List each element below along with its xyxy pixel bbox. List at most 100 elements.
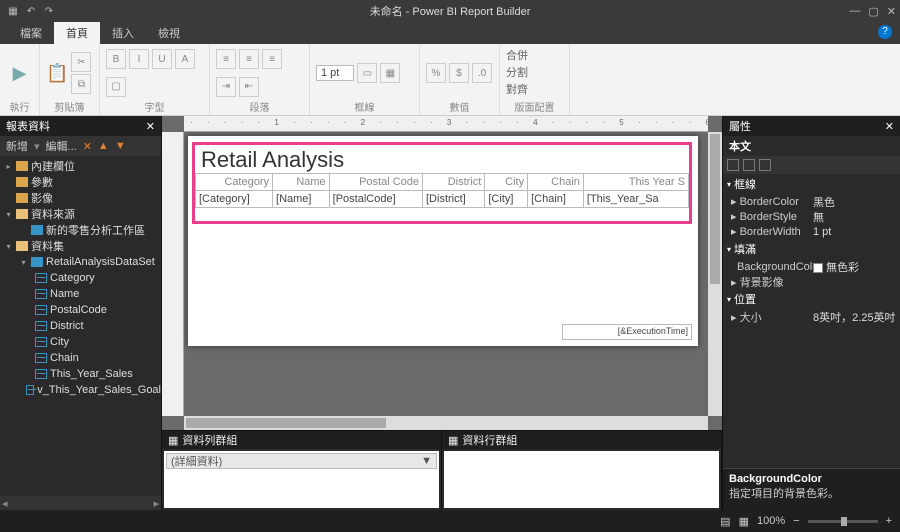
report-title[interactable]: Retail Analysis xyxy=(195,145,689,173)
tree-sources[interactable]: 資料來源 xyxy=(31,206,75,222)
number-format-icon[interactable]: % xyxy=(426,63,446,83)
up-icon[interactable]: ▲ xyxy=(98,140,109,152)
cat-fill[interactable]: 填滿 xyxy=(734,241,756,257)
alpha-icon[interactable] xyxy=(743,159,755,171)
vscrollbar[interactable] xyxy=(708,132,722,416)
outdent-icon[interactable]: ⇤ xyxy=(239,77,259,97)
tree-params[interactable]: 參數 xyxy=(31,174,53,190)
split-button[interactable]: 分割 xyxy=(506,64,528,80)
close-icon[interactable]: ✕ xyxy=(887,5,896,18)
chevron-down-icon[interactable]: ▼ xyxy=(421,455,432,467)
tree-f3[interactable]: PostalCode xyxy=(50,304,107,316)
left-panel-hscroll[interactable]: ◂▸ xyxy=(0,496,161,510)
report-body[interactable]: Retail Analysis Category Name Postal Cod… xyxy=(188,136,698,346)
tree-ds1[interactable]: RetailAnalysisDataSet xyxy=(46,256,155,268)
prop-bordercolor[interactable]: 黑色 xyxy=(813,194,900,210)
zoom-out-icon[interactable]: − xyxy=(793,515,799,527)
row-groups-body[interactable]: (詳細資料)▼ xyxy=(164,451,439,508)
tree-f5[interactable]: City xyxy=(50,336,69,348)
tree-images[interactable]: 影像 xyxy=(31,190,53,206)
tree-f4[interactable]: District xyxy=(50,320,84,332)
view-mode-icon[interactable]: ▤ xyxy=(720,515,730,528)
underline-icon[interactable]: U xyxy=(152,49,172,69)
tab-file[interactable]: 檔案 xyxy=(8,22,54,44)
panel-close-icon[interactable]: ✕ xyxy=(146,120,155,133)
tree-f1[interactable]: Category xyxy=(50,272,95,284)
italic-icon[interactable]: I xyxy=(129,49,149,69)
edit-button[interactable]: 編輯... xyxy=(46,138,77,154)
prop-borderwidth[interactable]: 1 pt xyxy=(813,226,900,238)
categorized-icon[interactable] xyxy=(727,159,739,171)
border-weight-input[interactable]: 1 pt xyxy=(316,65,354,81)
maximize-icon[interactable]: ▢ xyxy=(868,5,878,18)
align-right-icon[interactable]: ≡ xyxy=(262,49,282,69)
currency-icon[interactable]: $ xyxy=(449,63,469,83)
cell-0[interactable]: [Category] xyxy=(196,191,273,208)
prop-borderstyle[interactable]: 無 xyxy=(813,209,900,225)
align-left-icon[interactable]: ≡ xyxy=(216,49,236,69)
prop-pages-icon[interactable] xyxy=(759,159,771,171)
decimal-icon[interactable]: .0 xyxy=(472,63,492,83)
run-icon[interactable]: ▶ xyxy=(13,63,27,84)
bold-icon[interactable]: B xyxy=(106,49,126,69)
font-color-icon[interactable]: A xyxy=(175,49,195,69)
align-button[interactable]: 對齊 xyxy=(506,81,528,97)
help-icon[interactable]: ? xyxy=(878,25,892,39)
report-table[interactable]: Category Name Postal Code District City … xyxy=(195,173,689,208)
tree-builtin[interactable]: 內建欄位 xyxy=(31,158,75,174)
execution-time-cell[interactable]: [&ExecutionTime] xyxy=(562,324,692,340)
col-h-4[interactable]: City xyxy=(485,174,528,191)
tab-insert[interactable]: 插入 xyxy=(100,22,146,44)
col-h-5[interactable]: Chain xyxy=(528,174,584,191)
undo-icon[interactable]: ↶ xyxy=(24,4,38,18)
tree-datasets[interactable]: 資料集 xyxy=(31,238,64,254)
col-groups-body[interactable] xyxy=(444,451,719,508)
cell-3[interactable]: [District] xyxy=(423,191,485,208)
zoom-in-icon[interactable]: + xyxy=(886,515,892,527)
delete-icon[interactable]: ✕ xyxy=(83,140,92,153)
prop-size[interactable]: 8英吋，2.25英吋 xyxy=(813,309,900,325)
row-group-details[interactable]: (詳細資料)▼ xyxy=(166,453,437,469)
tree-f7[interactable]: This_Year_Sales xyxy=(50,368,133,380)
col-h-1[interactable]: Name xyxy=(273,174,330,191)
cat-border[interactable]: 框線 xyxy=(734,176,756,192)
merge-button[interactable]: 合併 xyxy=(506,47,528,63)
prop-bgcolor[interactable]: 無色彩 xyxy=(813,259,900,275)
cat-pos[interactable]: 位置 xyxy=(734,291,756,307)
minimize-icon[interactable]: — xyxy=(849,5,860,18)
new-button[interactable]: 新增 xyxy=(6,138,28,154)
tab-home[interactable]: 首頁 xyxy=(54,22,100,44)
tree-f8[interactable]: v_This_Year_Sales_Goal xyxy=(37,384,161,396)
paste-icon[interactable]: 📋 xyxy=(46,63,68,84)
cell-5[interactable]: [Chain] xyxy=(528,191,584,208)
zoom-slider[interactable] xyxy=(808,520,878,523)
cell-4[interactable]: [City] xyxy=(485,191,528,208)
cell-2[interactable]: [PostalCode] xyxy=(329,191,422,208)
tab-view[interactable]: 檢視 xyxy=(146,22,192,44)
selected-object: 本文 xyxy=(723,136,900,156)
tree-f2[interactable]: Name xyxy=(50,288,79,300)
prop-close-icon[interactable]: ✕ xyxy=(885,120,894,133)
view-mode2-icon[interactable]: ▦ xyxy=(739,515,749,528)
fill-color-icon[interactable]: ▢ xyxy=(106,77,126,97)
col-h-3[interactable]: District xyxy=(423,174,485,191)
copy-icon[interactable]: ⧉ xyxy=(71,74,91,94)
cell-6[interactable]: [This_Year_Sa xyxy=(583,191,688,208)
border-color-icon[interactable]: ▦ xyxy=(380,63,400,83)
cut-icon[interactable]: ✂ xyxy=(71,52,91,72)
tree-f6[interactable]: Chain xyxy=(50,352,79,364)
report-data-tree[interactable]: ▸內建欄位 參數 影像 ▾資料來源 新的零售分析工作區 ▾資料集 ▾Retail… xyxy=(0,156,161,496)
tree-src1[interactable]: 新的零售分析工作區 xyxy=(46,222,145,238)
redo-icon[interactable]: ↷ xyxy=(42,4,56,18)
indent-icon[interactable]: ⇥ xyxy=(216,77,236,97)
cell-1[interactable]: [Name] xyxy=(273,191,330,208)
align-center-icon[interactable]: ≡ xyxy=(239,49,259,69)
canvas[interactable]: Retail Analysis Category Name Postal Cod… xyxy=(162,116,722,430)
border-style-icon[interactable]: ▭ xyxy=(357,63,377,83)
hscrollbar[interactable] xyxy=(184,416,708,430)
col-h-6[interactable]: This Year S xyxy=(583,174,688,191)
property-grid[interactable]: ▾框線 ▸ BorderColor黑色 ▸ BorderStyle無 ▸ Bor… xyxy=(723,174,900,468)
col-h-0[interactable]: Category xyxy=(196,174,273,191)
col-h-2[interactable]: Postal Code xyxy=(329,174,422,191)
down-icon[interactable]: ▼ xyxy=(115,140,126,152)
